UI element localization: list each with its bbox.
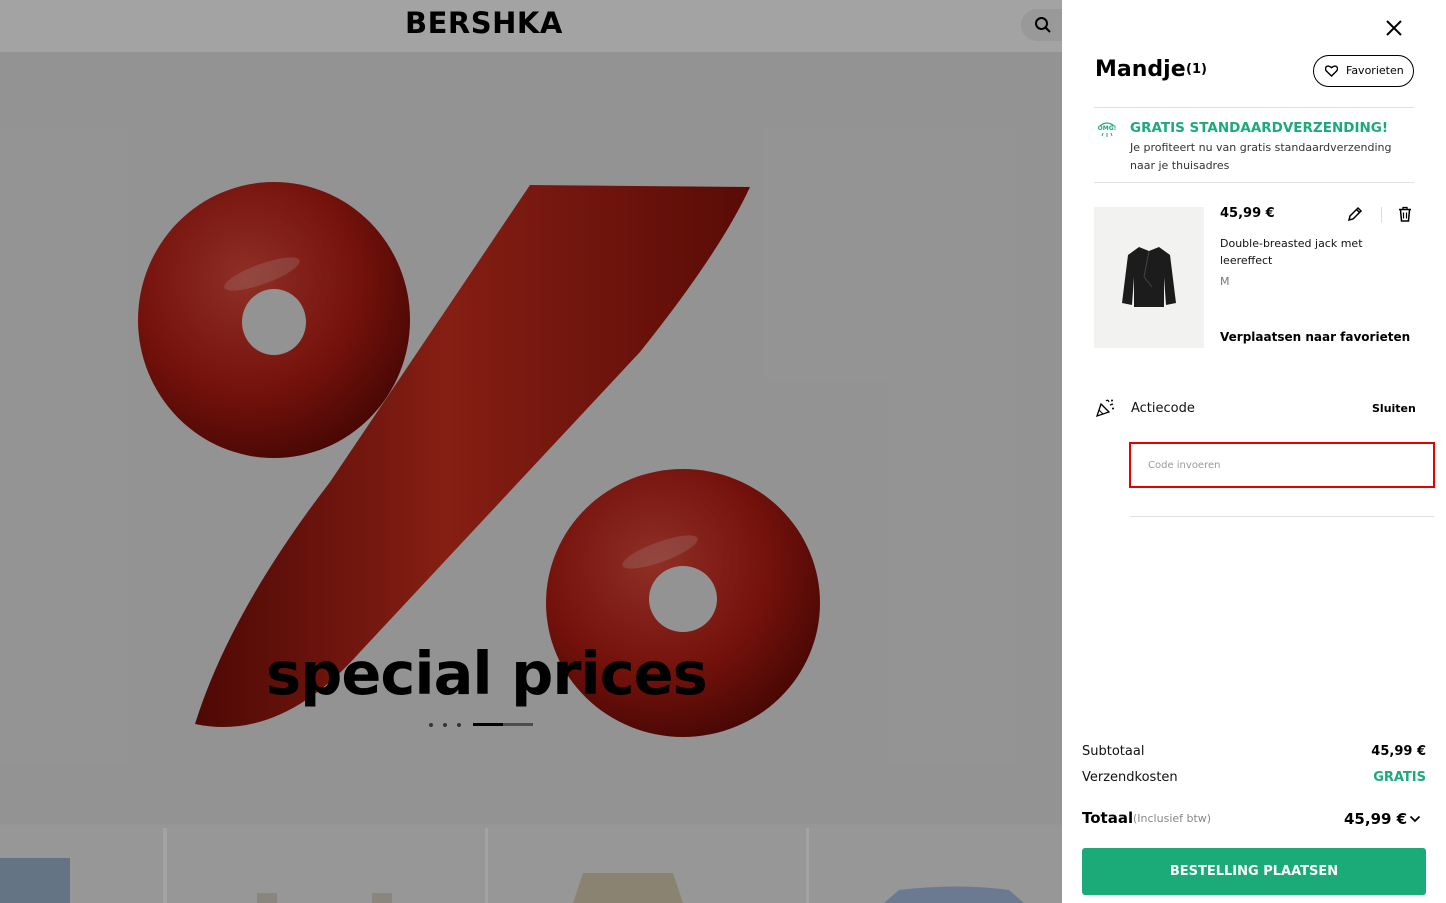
- subtotal-label: Subtotaal: [1082, 744, 1145, 759]
- leather-jacket-image: [1122, 247, 1176, 307]
- product-image[interactable]: [1094, 207, 1204, 348]
- free-shipping-title: GRATIS STANDAARDVERZENDING!: [1130, 120, 1389, 136]
- shipping-cost-label: Verzendkosten: [1082, 770, 1178, 785]
- pencil-icon: [1347, 206, 1363, 222]
- promo-code-input[interactable]: [1129, 442, 1435, 488]
- party-popper-icon: [1095, 399, 1114, 418]
- total-label: Totaal: [1082, 809, 1134, 827]
- free-shipping-subtitle: Je profiteert nu van gratis standaardver…: [1130, 141, 1392, 172]
- product-price: 45,99 €: [1220, 206, 1275, 221]
- omg-icon-text: OMG!: [1098, 125, 1117, 132]
- place-order-button[interactable]: BESTELLING PLAATSEN: [1082, 848, 1426, 895]
- promo-close-button[interactable]: Sluiten: [1372, 402, 1416, 415]
- delete-button[interactable]: [1397, 206, 1413, 226]
- action-separator: [1381, 207, 1382, 223]
- move-to-favorites-button[interactable]: Verplaatsen naar favorieten: [1220, 330, 1410, 344]
- modal-backdrop[interactable]: [0, 0, 1062, 903]
- close-icon: [1386, 20, 1402, 36]
- close-button[interactable]: [1384, 18, 1404, 38]
- chevron-down-icon[interactable]: [1409, 815, 1421, 823]
- divider: [1094, 182, 1414, 183]
- total-tax-note: (Inclusief btw): [1133, 812, 1212, 825]
- favorites-button[interactable]: Favorieten: [1313, 55, 1414, 87]
- heart-icon: [1325, 65, 1338, 77]
- trash-icon: [1399, 206, 1411, 222]
- omg-icon: OMG!: [1098, 122, 1117, 137]
- cart-count: (1): [1186, 62, 1207, 77]
- subtotal-value: 45,99 €: [1371, 744, 1426, 759]
- divider: [1130, 516, 1434, 517]
- product-name[interactable]: Double-breasted jack met leereffect: [1220, 235, 1390, 269]
- shipping-cost-value: GRATIS: [1373, 770, 1426, 785]
- promo-code-label: Actiecode: [1131, 401, 1195, 416]
- product-size: M: [1220, 275, 1230, 288]
- divider: [1094, 107, 1414, 108]
- favorites-label: Favorieten: [1346, 64, 1404, 77]
- total-value[interactable]: 45,99 €: [1344, 810, 1407, 828]
- cart-title: Mandje: [1095, 57, 1186, 82]
- edit-button[interactable]: [1347, 206, 1363, 226]
